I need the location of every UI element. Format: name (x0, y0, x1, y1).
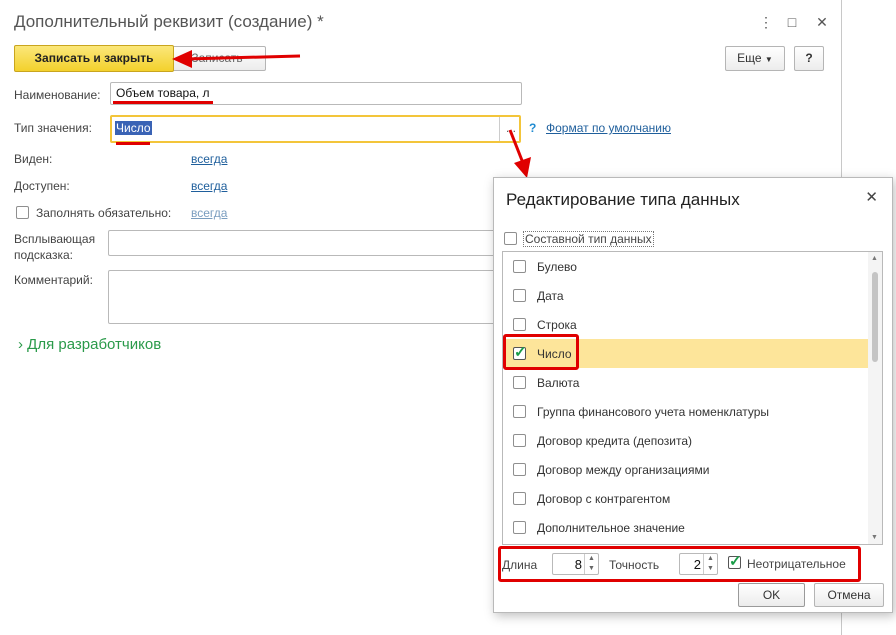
list-scrollbar[interactable]: ▲ ▼ (868, 252, 882, 544)
type-checkbox[interactable] (513, 521, 526, 534)
annotation-box-number (503, 334, 579, 370)
composite-label: Составной тип данных (523, 231, 654, 247)
type-dialog: Редактирование типа данных ✕ Составной т… (493, 177, 893, 613)
cancel-button[interactable]: Отмена (814, 583, 884, 607)
type-label: Договор с контрагентом (537, 492, 671, 506)
ok-button[interactable]: OK (738, 583, 805, 607)
type-label: Договор кредита (депозита) (537, 434, 692, 448)
annotation-box-params (498, 546, 861, 582)
type-checkbox[interactable] (513, 260, 526, 273)
dialog-title: Редактирование типа данных (506, 190, 740, 209)
type-label: Строка (537, 318, 577, 332)
composite-checkbox[interactable] (504, 232, 517, 245)
type-checkbox[interactable] (513, 318, 526, 331)
scroll-thumb[interactable] (872, 272, 878, 362)
type-label: Дополнительное значение (537, 521, 685, 535)
scroll-down-icon[interactable]: ▼ (871, 534, 878, 541)
list-item[interactable]: Договор кредита (депозита) (503, 426, 868, 455)
type-checkbox[interactable] (513, 434, 526, 447)
type-checkbox[interactable] (513, 463, 526, 476)
list-item[interactable]: Группа финансового учета номенклатуры (503, 397, 868, 426)
arrow-to-dialog-icon (508, 129, 531, 178)
types-list: Булево Дата Строка ✓ Число Валюта Группа… (502, 251, 883, 545)
list-item[interactable]: Договор между организациями (503, 455, 868, 484)
list-item[interactable]: Дополнительное значение (503, 513, 868, 542)
type-label: Валюта (537, 376, 580, 390)
type-label: Булево (537, 260, 577, 274)
scroll-up-icon[interactable]: ▲ (871, 255, 878, 262)
list-item[interactable]: Булево (503, 252, 868, 281)
list-item[interactable]: Дата (503, 281, 868, 310)
list-item[interactable]: Договор с контрагентом (503, 484, 868, 513)
type-checkbox[interactable] (513, 492, 526, 505)
type-label: Договор между организациями (537, 463, 710, 477)
type-label: Группа финансового учета номенклатуры (537, 405, 770, 419)
list-item[interactable]: Валюта (503, 368, 868, 397)
arrow-to-save-close-icon (172, 50, 301, 68)
type-checkbox[interactable] (513, 405, 526, 418)
dialog-close-icon[interactable]: ✕ (865, 188, 878, 206)
type-label: Дата (537, 289, 564, 303)
type-checkbox[interactable] (513, 289, 526, 302)
type-checkbox[interactable] (513, 376, 526, 389)
